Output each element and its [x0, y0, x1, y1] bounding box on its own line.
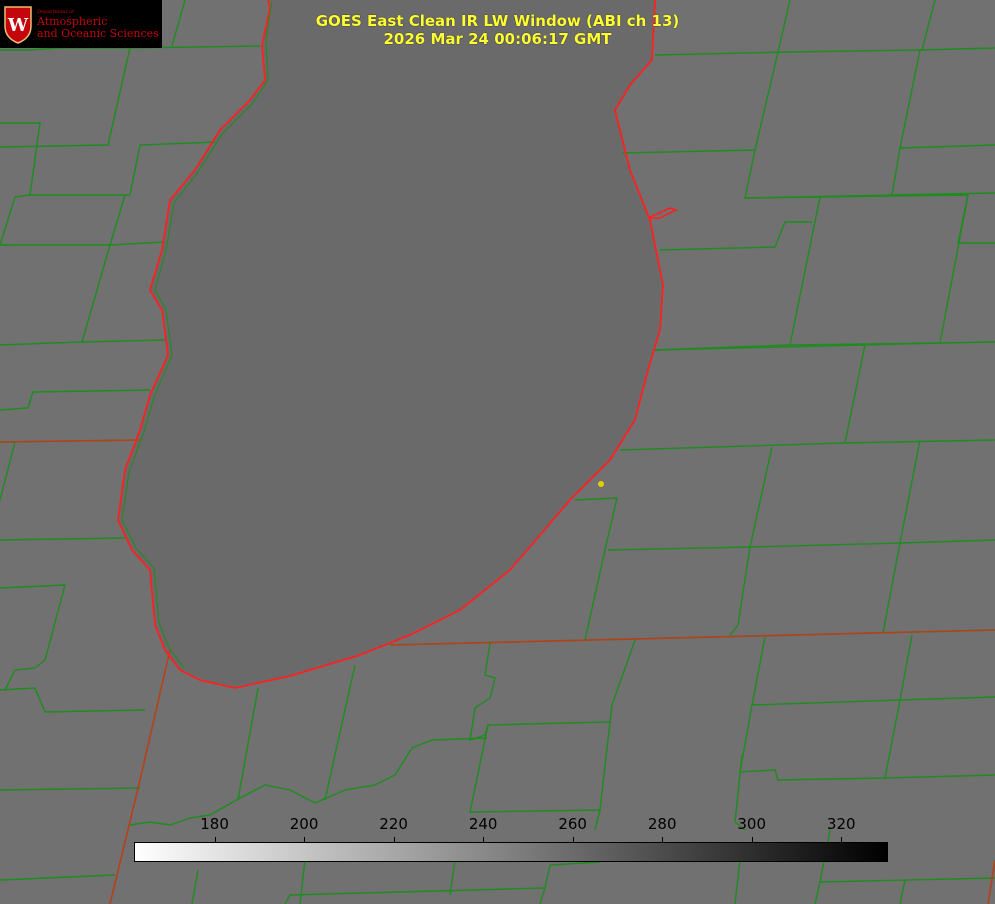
location-marker [598, 481, 604, 487]
colorbar-tick [214, 837, 216, 843]
colorbar: 180 200 220 240 260 280 300 320 [134, 812, 888, 862]
aos-logo: W Department of Atmospheric and Oceanic … [0, 0, 162, 48]
colorbar-tick [304, 837, 306, 843]
map-canvas [0, 0, 995, 904]
image-title: GOES East Clean IR LW Window (ABI ch 13)… [250, 12, 745, 48]
colorbar-gradient [134, 842, 888, 862]
colorbar-tick-label: 180 [200, 815, 229, 833]
svg-text:W: W [7, 15, 29, 36]
colorbar-tick [662, 837, 664, 843]
colorbar-tick [393, 837, 395, 843]
colorbar-tick [841, 837, 843, 843]
colorbar-tick [483, 837, 485, 843]
colorbar-tick-label: 280 [647, 815, 677, 833]
title-line-1: GOES East Clean IR LW Window (ABI ch 13) [315, 12, 680, 30]
colorbar-tick [572, 837, 574, 843]
colorbar-tick-label: 320 [826, 815, 856, 833]
colorbar-tick-label: 260 [558, 815, 587, 833]
colorbar-tick-label: 200 [289, 815, 319, 833]
satellite-image: W Department of Atmospheric and Oceanic … [0, 0, 995, 904]
colorbar-tick-label: 220 [379, 815, 408, 833]
logo-text: Department of Atmospheric and Oceanic Sc… [37, 8, 159, 40]
colorbar-tick-label: 240 [468, 815, 498, 833]
logo-line-2: and Oceanic Sciences [37, 27, 159, 40]
colorbar-tick-label: 300 [737, 815, 767, 833]
title-line-2: 2026 Mar 24 00:06:17 GMT [383, 30, 612, 48]
uw-seal-icon: W [3, 4, 33, 44]
colorbar-tick [751, 837, 753, 843]
